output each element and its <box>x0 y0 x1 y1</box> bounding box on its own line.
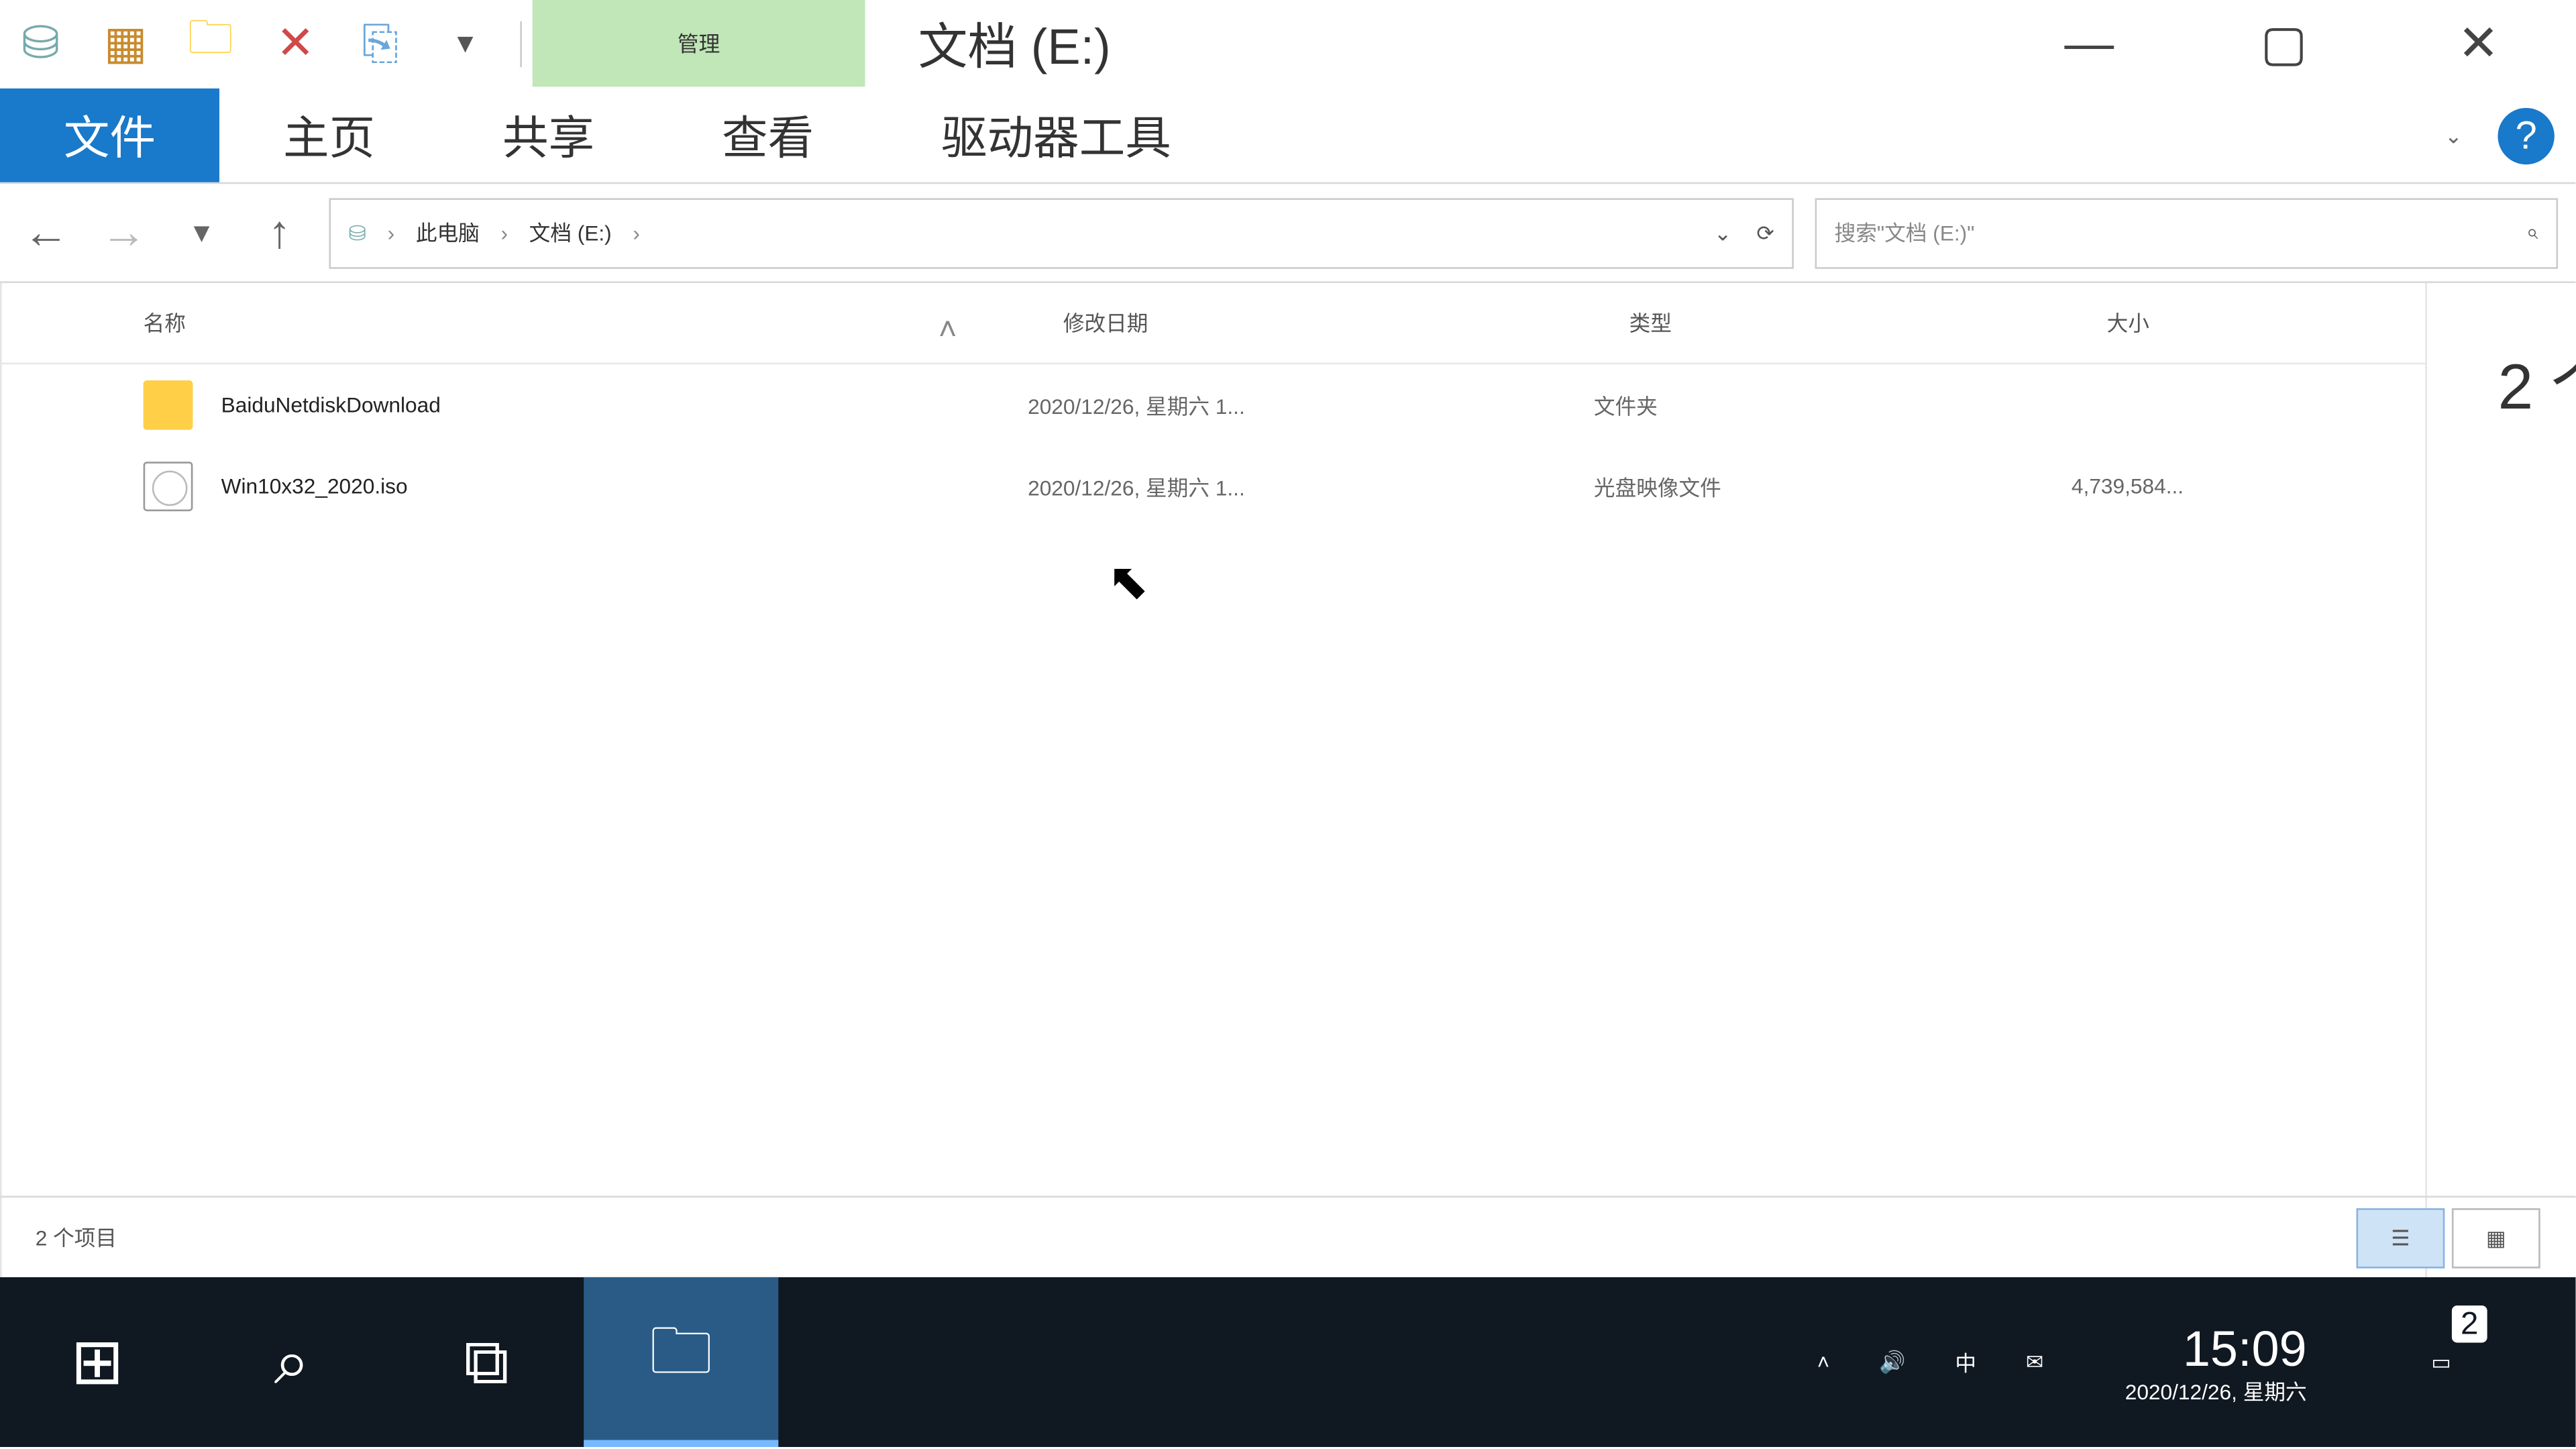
file-list[interactable]: 名称˄ 修改日期 类型 大小 BaiduNetdiskDownload 2020/… <box>2 283 2426 1277</box>
taskbar-explorer-button[interactable]: 🗀 <box>584 1277 778 1447</box>
search-button[interactable]: ⌕ <box>195 1277 389 1447</box>
file-name: Win10x32_2020.iso <box>221 474 408 499</box>
details-pane: 2 个项目 <box>2425 283 2576 1277</box>
nav-back-icon[interactable]: ← <box>17 205 74 261</box>
nav-up-icon[interactable]: ↑ <box>251 205 307 261</box>
chevron-right-icon[interactable]: › <box>388 220 395 245</box>
file-date: 2020/12/26, 星期六 1... <box>1028 472 1594 502</box>
start-button[interactable]: ⊞ <box>0 1277 195 1447</box>
rename-icon[interactable]: ⎘ <box>350 20 411 66</box>
properties-icon[interactable]: ▦ <box>95 20 156 66</box>
contextual-tab-manage[interactable]: 管理 <box>533 0 865 87</box>
titlebar: ⛁ ▦ 🗀 ✕ ⎘ ▾ 管理 文档 (E:) — ▢ ✕ <box>0 0 2575 89</box>
address-dropdown-icon[interactable]: ⌄ <box>1714 220 1732 245</box>
chevron-right-icon[interactable]: › <box>500 220 508 245</box>
file-type: 文件夹 <box>1594 390 2072 420</box>
breadcrumb-drive[interactable]: 文档 (E:) <box>529 217 612 248</box>
search-input[interactable]: 搜索"文档 (E:)" ⌕ <box>1815 197 2559 268</box>
breadcrumb-pc[interactable]: 此电脑 <box>416 217 480 248</box>
view-toggle: ☰ ▦ <box>2356 1208 2540 1268</box>
tab-drive-tools[interactable]: 驱动器工具 <box>877 89 1235 182</box>
content-area: 名称˄ 修改日期 类型 大小 BaiduNetdiskDownload 2020/… <box>2 283 2576 1277</box>
delete-icon[interactable]: ✕ <box>266 20 326 66</box>
window-controls: — ▢ ✕ <box>1992 0 2575 87</box>
qat-dropdown-icon[interactable]: ▾ <box>435 20 496 66</box>
column-type[interactable]: 类型 <box>1594 308 2072 338</box>
file-row[interactable]: Win10x32_2020.iso 2020/12/26, 星期六 1...光盘映… <box>2 446 2426 527</box>
refresh-icon[interactable]: ⟳ <box>1756 220 1774 245</box>
drive-icon: ⛁ <box>11 20 71 66</box>
manage-label: 管理 <box>678 28 720 58</box>
minimize-button[interactable]: — <box>1992 0 2186 88</box>
help-icon[interactable]: ? <box>2498 107 2554 164</box>
nav-forward-icon[interactable]: → <box>95 205 152 261</box>
drive-small-icon: ⛁ <box>348 220 366 245</box>
status-text: 2 个项目 <box>36 1222 117 1252</box>
clock[interactable]: 15:09 2020/12/26, 星期六 <box>2093 1318 2339 1407</box>
details-count: 2 个项目 <box>2498 336 2576 428</box>
column-date[interactable]: 修改日期 <box>1028 308 1594 338</box>
address-bar[interactable]: ⛁ › 此电脑 › 文档 (E:) › ⌄ ⟳ <box>329 197 1793 268</box>
view-details-button[interactable]: ☰ <box>2356 1208 2445 1268</box>
file-type: 光盘映像文件 <box>1594 472 2072 502</box>
folder-icon <box>144 380 193 430</box>
cursor-icon: ⬉ <box>1108 552 1149 610</box>
column-name[interactable]: 名称˄ <box>2 308 1028 338</box>
action-center-icon[interactable]: ▭ 2 <box>2388 1350 2494 1375</box>
window-title: 文档 (E:) <box>865 0 1163 87</box>
chevron-right-icon[interactable]: › <box>633 220 640 245</box>
file-date: 2020/12/26, 星期六 1... <box>1028 390 1594 420</box>
taskbar: ⊞ ⌕ ⧉ 🗀 ˄ 🔊 中 ✉ 15:09 2020/12/26, 星期六 ▭ … <box>0 1277 2575 1447</box>
main-area: ★快速访问🗀Desktop📌🗀下载📌🗀文档📌🗀图片📌🗀excel表格制作求和📌🗀… <box>0 283 2575 1277</box>
clock-time: 15:09 <box>2125 1318 2307 1380</box>
ime-indicator[interactable]: 中 <box>1955 1347 1976 1377</box>
tab-home[interactable]: 主页 <box>219 89 439 182</box>
address-row: ← → ▾ ↑ ⛁ › 此电脑 › 文档 (E:) › ⌄ ⟳ 搜索"文档 (E… <box>0 184 2575 283</box>
notification-badge: 2 <box>2452 1305 2487 1342</box>
separator <box>520 20 522 66</box>
column-size[interactable]: 大小 <box>2072 308 2425 338</box>
tray-overflow-icon[interactable]: ˄ <box>1817 1350 1830 1375</box>
tab-view[interactable]: 查看 <box>658 89 877 182</box>
search-placeholder: 搜索"文档 (E:)" <box>1835 217 1975 248</box>
task-view-button[interactable]: ⧉ <box>389 1277 584 1447</box>
close-button[interactable]: ✕ <box>2381 0 2575 88</box>
tray-app-icon[interactable]: ✉ <box>2026 1350 2044 1375</box>
volume-icon[interactable]: 🔊 <box>1879 1350 1905 1375</box>
new-folder-icon[interactable]: 🗀 <box>180 20 241 66</box>
column-headers[interactable]: 名称˄ 修改日期 类型 大小 <box>2 283 2426 364</box>
sort-asc-icon: ˄ <box>938 311 957 348</box>
status-bar: 2 个项目 ☰ ▦ <box>0 1196 2575 1277</box>
view-icons-button[interactable]: ▦ <box>2452 1208 2540 1268</box>
clock-date: 2020/12/26, 星期六 <box>2125 1380 2307 1407</box>
maximize-button[interactable]: ▢ <box>2186 0 2381 88</box>
nav-recent-icon[interactable]: ▾ <box>173 205 229 261</box>
disc-image-icon <box>144 462 193 511</box>
tab-file[interactable]: 文件 <box>0 89 219 182</box>
ribbon-tabs: 文件 主页 共享 查看 驱动器工具 ⌄ ? <box>0 89 2575 184</box>
search-icon[interactable]: ⌕ <box>2526 219 2538 246</box>
system-tray: ˄ 🔊 中 ✉ 15:09 2020/12/26, 星期六 ▭ 2 <box>1817 1277 2576 1447</box>
tab-share[interactable]: 共享 <box>439 89 658 182</box>
ribbon-collapse-icon[interactable]: ⌄ <box>2445 123 2463 148</box>
quick-access-toolbar: ⛁ ▦ 🗀 ✕ ⎘ ▾ <box>0 0 533 87</box>
file-row[interactable]: BaiduNetdiskDownload 2020/12/26, 星期六 1...… <box>2 364 2426 445</box>
file-name: BaiduNetdiskDownload <box>221 392 441 417</box>
file-size: 4,739,584... <box>2072 474 2425 499</box>
